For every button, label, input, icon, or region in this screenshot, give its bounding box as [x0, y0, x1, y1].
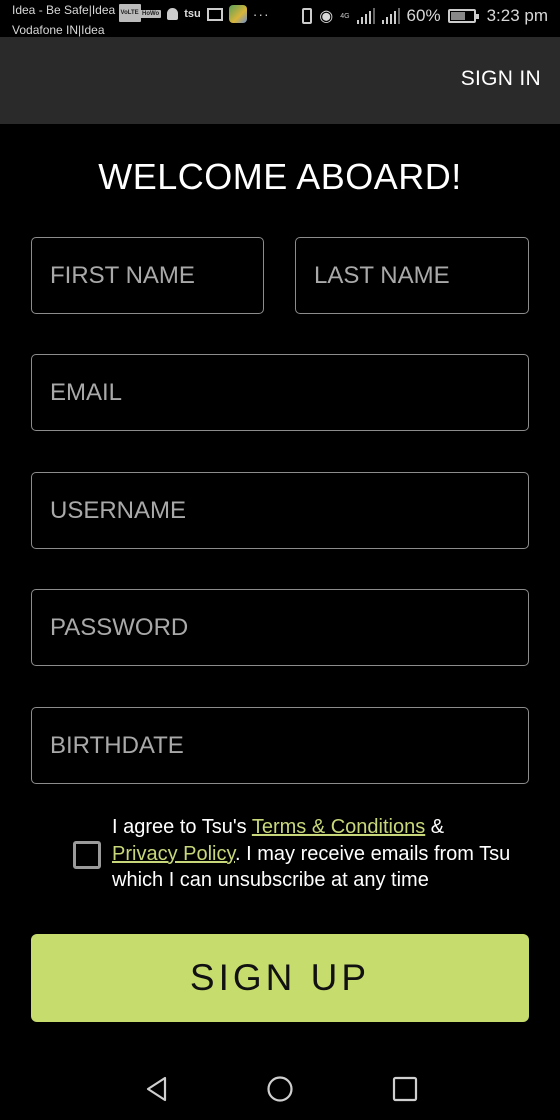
signal-icon [356, 8, 375, 24]
recents-icon [392, 1076, 418, 1102]
battery-fill [450, 12, 465, 20]
system-icons: ◉ 4G 60% 3:23 pm [302, 6, 548, 26]
sign-in-button[interactable]: SIGN IN [461, 67, 541, 91]
sign-up-button[interactable]: SIGN UP [31, 934, 529, 1022]
signal-4g-icon: 4G [340, 13, 349, 20]
agree-checkbox[interactable] [73, 841, 101, 869]
carrier-line-1-text: Idea - Be Safe|Idea [12, 3, 116, 17]
carrier-line-2: Vodafone IN|Idea [12, 23, 105, 37]
password-input[interactable] [32, 590, 528, 665]
clock: 3:23 pm [486, 6, 548, 25]
username-input[interactable] [32, 473, 528, 548]
network-type: 4G [340, 12, 350, 20]
last-name-field-container [295, 237, 529, 314]
carrier-info: Idea - Be Safe|Idea VoLTE Vodafone IN|Id… [12, 2, 141, 38]
status-bar: Idea - Be Safe|Idea VoLTE Vodafone IN|Id… [0, 0, 560, 37]
first-name-field-container [31, 237, 264, 314]
tsu-icon: tsu [184, 8, 201, 20]
terms-link[interactable]: Terms & Conditions [252, 816, 425, 838]
home-button[interactable] [265, 1074, 295, 1104]
last-name-input[interactable] [296, 238, 528, 313]
eye-comfort-icon: ◉ [319, 8, 334, 25]
volte-icon: VoLTE [118, 4, 141, 22]
back-icon [146, 1076, 167, 1102]
email-field-container [31, 354, 529, 431]
carrier-line-1: Idea - Be Safe|Idea VoLTE [12, 2, 141, 22]
recents-button[interactable] [390, 1074, 420, 1104]
hd-icon: HoWo [140, 10, 162, 18]
birthdate-field-container [31, 707, 529, 784]
maps-icon [228, 5, 247, 23]
vibrate-icon [302, 8, 313, 24]
back-button[interactable] [142, 1074, 172, 1104]
username-field-container [31, 472, 529, 549]
agreement-prefix: I agree to Tsu's [112, 816, 252, 838]
page-title: WELCOME ABOARD! [98, 156, 462, 197]
app-bar: SIGN IN [0, 37, 560, 124]
password-field-container [31, 589, 529, 666]
bell-icon [167, 8, 179, 20]
agreement-text: I agree to Tsu's Terms & Conditions & Pr… [112, 814, 512, 894]
signal-icon-2 [381, 8, 400, 24]
navigation-bar [0, 1050, 560, 1120]
first-name-input[interactable] [32, 238, 263, 313]
more-icon: ··· [252, 6, 270, 22]
home-icon [267, 1076, 293, 1102]
battery-icon [447, 9, 479, 23]
privacy-policy-link[interactable]: Privacy Policy [112, 843, 235, 865]
email-input[interactable] [32, 355, 528, 430]
birthdate-input[interactable] [32, 708, 528, 783]
agreement-middle: & [425, 816, 445, 838]
mail-icon [206, 7, 223, 21]
battery-percent: 60% [406, 6, 441, 25]
notification-icons: HoWo tsu ··· [140, 5, 270, 23]
